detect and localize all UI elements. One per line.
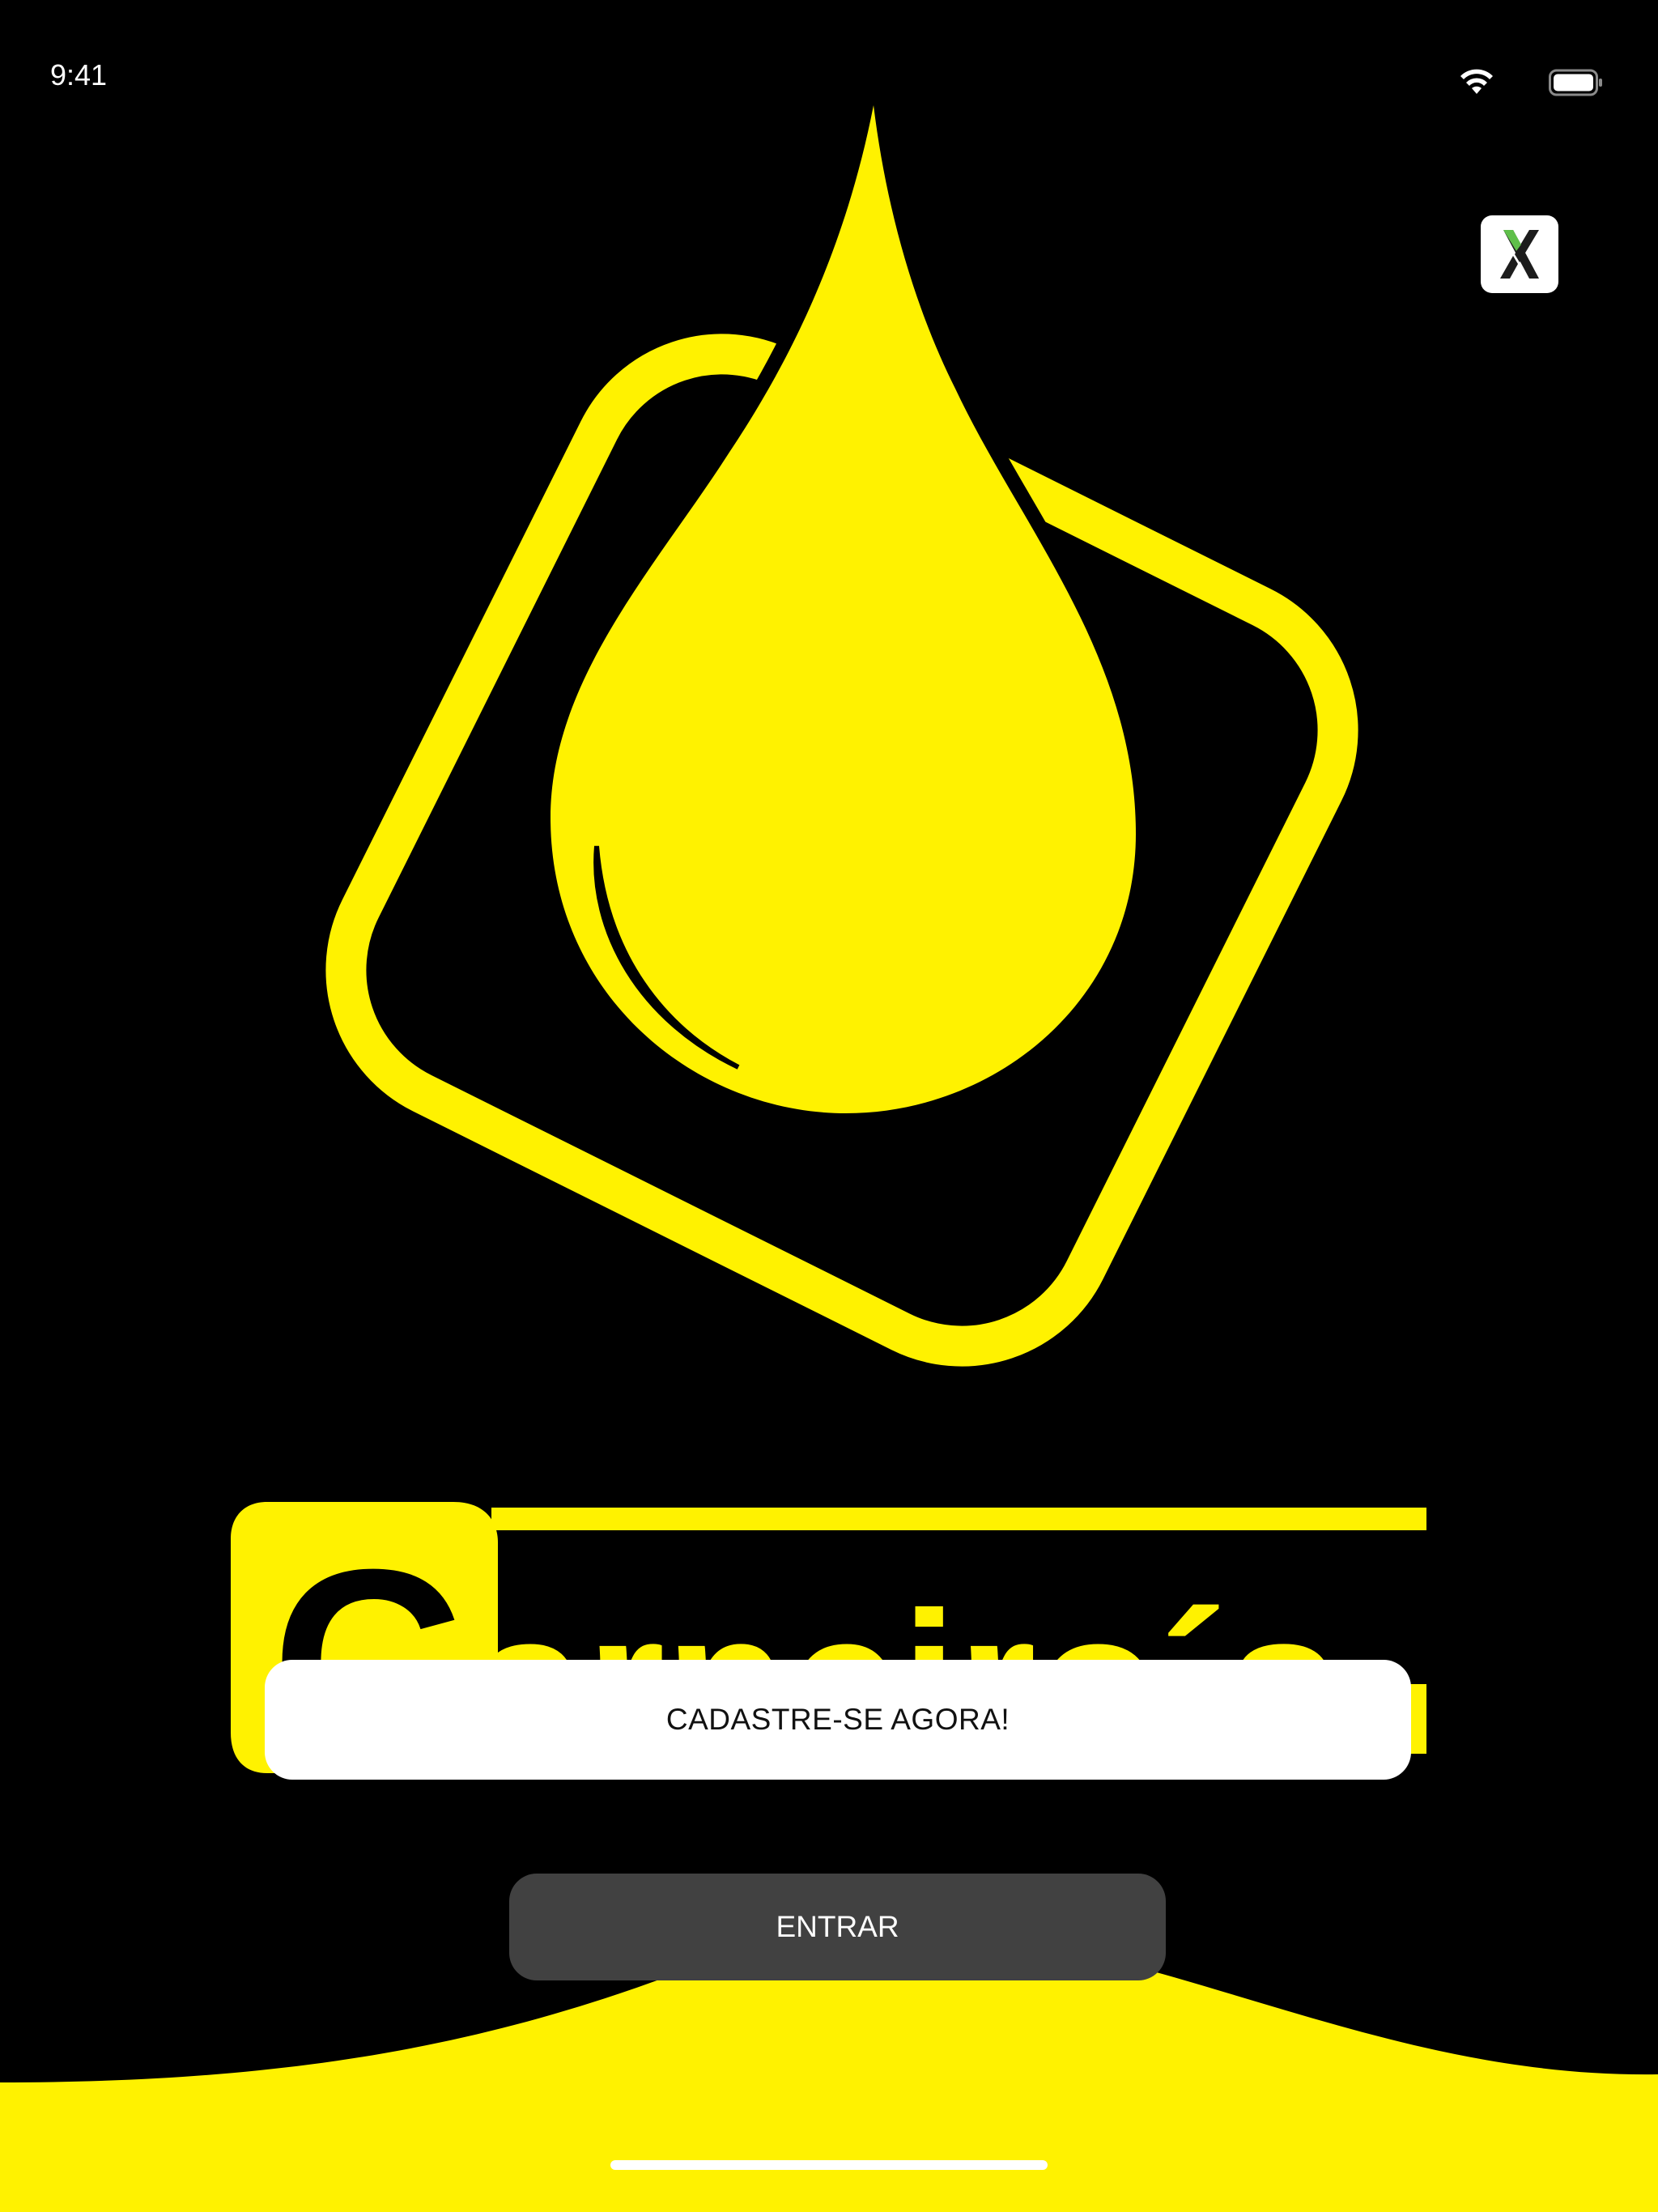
login-button[interactable]: ENTRAR <box>509 1874 1166 1980</box>
x-icon <box>1500 230 1539 279</box>
splash-screen: 9:41 CADASTRE-SE AGORA! ENTRAR <box>0 0 1658 2212</box>
app-x-button[interactable] <box>1481 215 1558 293</box>
oil-drop-icon <box>536 91 1150 1128</box>
home-indicator[interactable] <box>610 2160 1048 2170</box>
signup-button[interactable]: CADASTRE-SE AGORA! <box>265 1660 1411 1780</box>
